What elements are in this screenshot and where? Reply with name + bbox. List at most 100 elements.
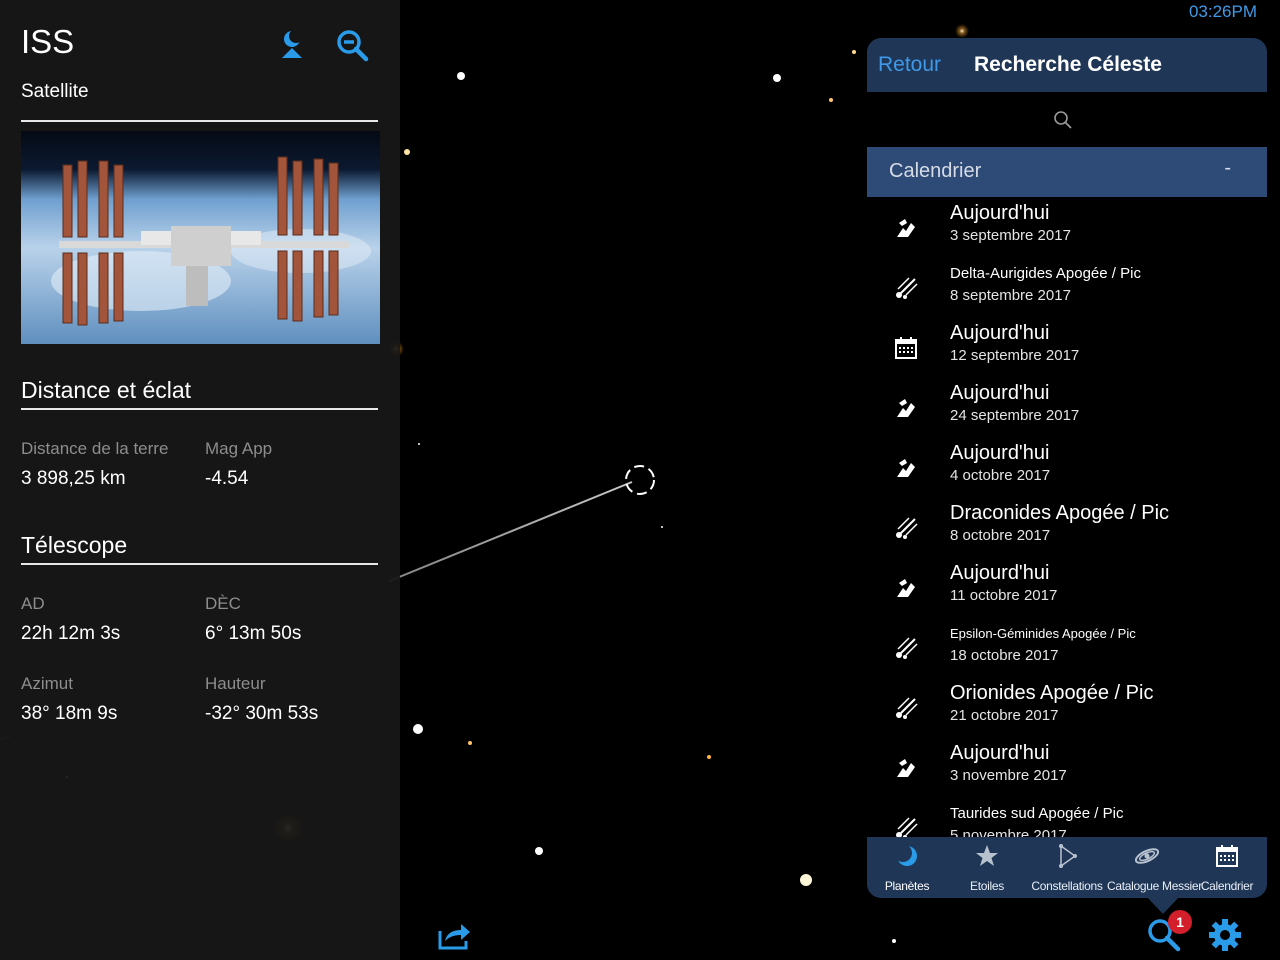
distance-section-title: Distance et éclat — [21, 377, 192, 403]
dec-value: 6° 13m 50s — [205, 623, 302, 644]
star — [535, 847, 543, 855]
celestial-search-panel: Retour Recherche Céleste Calendrier - Au… — [867, 38, 1267, 898]
panel-title: Recherche Céleste — [974, 53, 1162, 76]
galaxy-icon — [1134, 848, 1160, 864]
ra-value: 22h 12m 3s — [21, 623, 121, 644]
crescent-moon-icon — [894, 844, 917, 866]
calendar-icon — [1216, 845, 1238, 867]
search-icon — [1054, 111, 1072, 129]
star — [468, 741, 472, 745]
altitude-label: Hauteur — [205, 674, 266, 693]
event-title: Delta-Aurigides Apogée / Pic — [950, 265, 1141, 282]
object-card: ISS Satellite — [11, 11, 389, 352]
tab-crescent-moon[interactable]: Planètes — [867, 837, 947, 898]
event-title: Orionides Apogée / Pic — [950, 682, 1154, 704]
event-date: 24 septembre 2017 — [950, 407, 1080, 424]
collapse-toggle[interactable]: - — [1224, 157, 1231, 180]
event-title: Aujourd'hui — [950, 562, 1050, 584]
star — [829, 98, 833, 102]
azimuth-value: 38° 18m 9s — [21, 703, 118, 724]
event-date: 12 septembre 2017 — [950, 347, 1080, 364]
event-title: Aujourd'hui — [950, 202, 1050, 224]
telescope-section-title: Télescope — [21, 532, 128, 558]
object-info-panel: ISS Satellite Distance et éclat Distance… — [0, 0, 400, 960]
meteor-shower-icon — [896, 817, 918, 837]
dec-label: DÈC — [205, 594, 241, 613]
tab-galaxy[interactable]: Catalogue Messier — [1107, 837, 1202, 898]
divider — [21, 563, 378, 565]
calendar-section-header[interactable]: Calendrier - — [867, 147, 1267, 197]
constellation-icon — [1059, 844, 1077, 868]
star — [418, 443, 420, 445]
event-row[interactable]: Aujourd'hui 11 octobre 2017 — [867, 557, 1267, 617]
event-row[interactable]: Epsilon-Géminides Apogée / Pic 18 octobre… — [867, 617, 1267, 677]
tab-calendar[interactable]: Calendrier — [1187, 837, 1267, 898]
meteor-shower-icon — [896, 637, 918, 659]
divider — [21, 408, 378, 410]
event-row[interactable]: Aujourd'hui 4 octobre 2017 — [867, 437, 1267, 497]
earth-distance-value: 3 898,25 km — [21, 468, 126, 489]
distance-card: Distance et éclat Distance de la terre 3… — [11, 369, 389, 507]
star — [800, 874, 812, 886]
gear-icon[interactable] — [1208, 918, 1242, 952]
event-row[interactable]: Aujourd'hui 12 septembre 2017 — [867, 317, 1267, 377]
earth-distance-label: Distance de la terre — [21, 439, 169, 458]
star — [413, 724, 423, 734]
tab-constellation[interactable]: Constellations — [1027, 837, 1107, 898]
divider — [21, 120, 378, 122]
event-row[interactable]: Aujourd'hui 3 septembre 2017 — [867, 197, 1267, 257]
calendar-icon — [895, 337, 917, 359]
star — [773, 74, 781, 82]
altitude-value: -32° 30m 53s — [205, 703, 319, 724]
event-title: Aujourd'hui — [950, 442, 1050, 464]
star — [707, 755, 711, 759]
star-icon — [976, 845, 998, 866]
event-row[interactable]: Aujourd'hui 3 novembre 2017 — [867, 737, 1267, 797]
event-title: Epsilon-Géminides Apogée / Pic — [950, 626, 1136, 641]
event-date: 8 septembre 2017 — [950, 287, 1071, 304]
object-type: Satellite — [21, 81, 89, 102]
event-title: Aujourd'hui — [950, 742, 1050, 764]
event-date: 4 octobre 2017 — [950, 467, 1051, 484]
event-row[interactable]: Draconides Apogée / Pic 8 octobre 2017 — [867, 497, 1267, 557]
star — [457, 72, 465, 80]
notification-badge: 1 — [1168, 910, 1192, 934]
moon-phase-icon — [897, 459, 915, 477]
search-field[interactable] — [867, 92, 1267, 147]
object-name: ISS — [21, 23, 75, 60]
tab-label: Constellations — [1031, 879, 1103, 893]
tab-star[interactable]: Etoiles — [947, 837, 1027, 898]
tab-label: Etoiles — [970, 879, 1004, 893]
event-row[interactable]: Aujourd'hui 24 septembre 2017 — [867, 377, 1267, 437]
tab-label: Planètes — [884, 879, 930, 893]
iss-photo — [21, 131, 380, 344]
night-mode-icon[interactable] — [275, 28, 309, 62]
event-title: Aujourd'hui — [950, 382, 1050, 404]
iss-target-marker[interactable] — [625, 465, 655, 495]
share-icon[interactable] — [437, 919, 471, 951]
event-row[interactable]: Delta-Aurigides Apogée / Pic 8 septembre … — [867, 257, 1267, 317]
status-time: 03:26PM — [1188, 2, 1257, 21]
star — [661, 526, 663, 528]
search-panel-header: Retour Recherche Céleste — [867, 38, 1267, 92]
telescope-card: Télescope AD 22h 12m 3s DÈC 6° 13m 50s A… — [11, 524, 389, 743]
azimuth-label: Azimut — [21, 674, 73, 693]
meteor-shower-icon — [896, 277, 918, 299]
section-label: Calendrier — [889, 160, 982, 182]
event-title: Taurides sud Apogée / Pic — [950, 805, 1124, 822]
event-date: 8 octobre 2017 — [950, 527, 1051, 544]
event-row[interactable]: Taurides sud Apogée / Pic 5 novembre 2017 — [867, 797, 1267, 837]
moon-phase-icon — [897, 579, 915, 597]
event-list[interactable]: Aujourd'hui 3 septembre 2017 Delta-Aurigid… — [867, 197, 1267, 837]
magnitude-value: -4.54 — [205, 468, 249, 489]
moon-phase-icon — [897, 219, 915, 237]
category-tab-bar: Planètes Etoiles Constellations Catalogue M… — [867, 837, 1267, 898]
event-date: 18 octobre 2017 — [950, 647, 1059, 664]
event-row[interactable]: Orionides Apogée / Pic 21 octobre 2017 — [867, 677, 1267, 737]
event-date: 3 novembre 2017 — [950, 767, 1067, 784]
moon-phase-icon — [897, 759, 915, 777]
star — [955, 24, 969, 38]
tab-label: Calendrier — [1200, 879, 1254, 893]
back-button[interactable]: Retour — [878, 53, 941, 77]
zoom-out-icon[interactable] — [335, 28, 369, 62]
